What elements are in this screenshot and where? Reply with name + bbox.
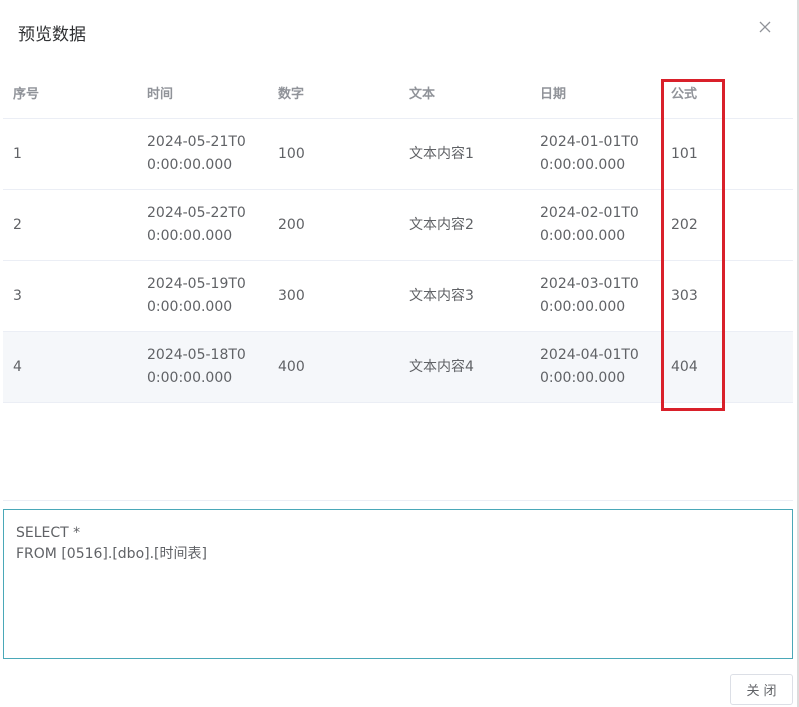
table-cell-time: 2024-05-19T00:00:00.000 [137,261,268,331]
table-cell-time: 2024-05-21T00:00:00.000 [137,119,268,189]
table-cell-time-text: 2024-05-18T00:00:00.000 [147,347,246,386]
table-cell-time: 2024-05-18T00:00:00.000 [137,332,268,402]
column-header-index: 序号 [13,87,40,102]
table-row-hovered[interactable]: 4 2024-05-18T00:00:00.000 400 文本内容4 2024… [3,332,793,403]
sql-query-textarea[interactable]: SELECT * FROM [0516].[dbo].[时间表] [3,509,793,659]
table-cell-text: 文本内容4 [409,358,474,375]
table-cell-date-text: 2024-01-01T00:00:00.000 [540,134,639,173]
table-cell-text: 文本内容1 [409,145,474,162]
table-cell-number: 400 [278,358,305,375]
column-header-formula: 公式 [671,87,698,102]
column-header-time: 时间 [147,87,174,102]
preview-data-dialog: 预览数据 序号 时间 数字 文本 日期 公式 1 2024-05-21T00:0… [0,0,799,707]
close-icon[interactable] [755,17,775,37]
table-cell-date-text: 2024-02-01T00:00:00.000 [540,205,639,244]
table-cell-date: 2024-01-01T00:00:00.000 [530,119,661,189]
dialog-header: 预览数据 [0,0,797,62]
table-cell-text: 文本内容2 [409,216,474,233]
table-cell-date: 2024-04-01T00:00:00.000 [530,332,661,402]
table-cell-index: 3 [13,287,22,304]
table-row[interactable]: 2 2024-05-22T00:00:00.000 200 文本内容2 2024… [3,190,793,261]
table-cell-number: 200 [278,216,305,233]
table-header-row: 序号 时间 数字 文本 日期 公式 [3,71,793,119]
close-button[interactable]: 关闭 [730,674,793,705]
table-cell-time: 2024-05-22T00:00:00.000 [137,190,268,260]
table-cell-formula: 202 [671,216,698,233]
table-cell-formula: 101 [671,145,698,162]
table-cell-formula: 303 [671,287,698,304]
table-divider [3,500,793,501]
column-header-number: 数字 [278,87,305,102]
dialog-title: 预览数据 [18,25,86,45]
table-cell-index: 2 [13,216,22,233]
table-cell-time-text: 2024-05-21T00:00:00.000 [147,134,246,173]
data-table: 序号 时间 数字 文本 日期 公式 1 2024-05-21T00:00:00.… [3,71,793,403]
table-cell-date: 2024-03-01T00:00:00.000 [530,261,661,331]
table-row[interactable]: 3 2024-05-19T00:00:00.000 300 文本内容3 2024… [3,261,793,332]
table-cell-number: 100 [278,145,305,162]
table-row[interactable]: 1 2024-05-21T00:00:00.000 100 文本内容1 2024… [3,119,793,190]
table-cell-date-text: 2024-03-01T00:00:00.000 [540,276,639,315]
table-cell-index: 4 [13,358,22,375]
table-cell-number: 300 [278,287,305,304]
table-cell-time-text: 2024-05-22T00:00:00.000 [147,205,246,244]
column-header-text: 文本 [409,87,436,102]
table-cell-index: 1 [13,145,22,162]
table-cell-time-text: 2024-05-19T00:00:00.000 [147,276,246,315]
column-header-date: 日期 [540,87,567,102]
table-cell-date-text: 2024-04-01T00:00:00.000 [540,347,639,386]
table-cell-date: 2024-02-01T00:00:00.000 [530,190,661,260]
table-cell-formula: 404 [671,358,698,375]
table-cell-text: 文本内容3 [409,287,474,304]
